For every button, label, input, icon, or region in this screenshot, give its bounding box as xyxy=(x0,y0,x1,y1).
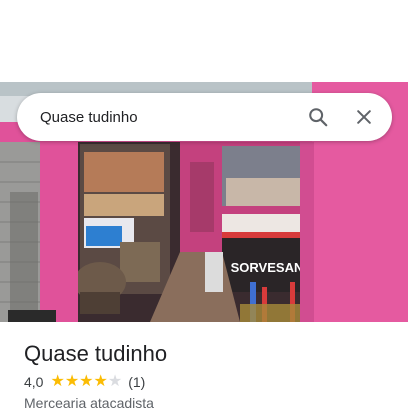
star-filled-icon: ★ xyxy=(64,373,80,390)
star-empty-icon: ★ xyxy=(107,373,123,390)
counter-sign: SORVESAN xyxy=(231,260,304,275)
search-icon xyxy=(309,108,328,127)
close-icon xyxy=(357,110,371,124)
clear-search-button[interactable] xyxy=(344,97,384,137)
review-count[interactable]: (1) xyxy=(128,374,145,390)
search-button[interactable] xyxy=(298,97,338,137)
rating-row[interactable]: 4,0 ★ ★ ★ ★ ★ (1) xyxy=(24,374,145,391)
rating-stars: ★ ★ ★ ★ ★ xyxy=(50,374,122,390)
rating-value: 4,0 xyxy=(24,374,44,390)
star-filled-icon: ★ xyxy=(93,373,108,390)
place-title: Quase tudinho xyxy=(24,341,168,366)
star-filled-icon: ★ xyxy=(50,373,65,390)
place-details-panel: Quase tudinho 4,0 ★ ★ ★ ★ ★ (1) Mercearia at… xyxy=(0,322,408,411)
place-category: Mercearia atacadista xyxy=(24,395,154,411)
star-filled-icon: ★ xyxy=(79,373,94,390)
search-input[interactable]: Quase tudinho xyxy=(40,109,298,126)
search-bar[interactable]: Quase tudinho xyxy=(17,93,392,141)
